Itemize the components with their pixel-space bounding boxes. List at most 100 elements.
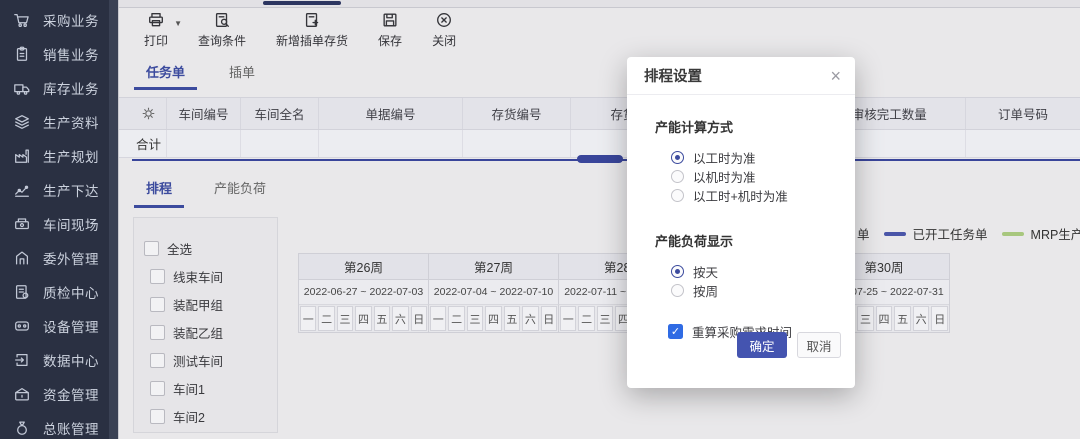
quality-icon <box>13 283 31 301</box>
day-cell: 四 <box>355 306 371 331</box>
horizontal-scrollbar-thumb[interactable] <box>577 155 623 163</box>
toolbar-button-label: 保存 <box>378 32 402 49</box>
cart-icon <box>13 11 31 29</box>
sidebar-item-label: 资金管理 <box>43 384 99 404</box>
grid-summary-row: 合计 <box>119 130 1080 158</box>
sidebar-scrollbar[interactable] <box>109 0 118 439</box>
toolbar-button-label: 打印 <box>144 32 168 49</box>
week-label-0: 第26周 <box>299 254 429 280</box>
day-cell: 一 <box>300 306 316 331</box>
toolbar-button-2[interactable]: 新增插单存货 <box>276 11 348 49</box>
summary-cell-0: 合计 <box>131 130 167 157</box>
sidebar-item-10[interactable]: 数据中心 <box>0 343 118 377</box>
sidebar-item-6[interactable]: 车间现场 <box>0 207 118 241</box>
radio-selected-icon[interactable] <box>671 151 684 164</box>
radio-unselected-icon[interactable] <box>671 284 684 297</box>
confirm-button[interactable]: 确定 <box>737 332 787 358</box>
sidebar-item-12[interactable]: 总账管理 <box>0 411 118 439</box>
checkbox-unchecked-icon[interactable] <box>150 297 165 312</box>
top-scrollbar-thumb[interactable] <box>263 1 341 5</box>
day-cell: 二 <box>578 306 594 331</box>
legend-dash-icon <box>884 232 906 236</box>
sidebar-item-2[interactable]: 库存业务 <box>0 71 118 105</box>
sidebar-item-1[interactable]: 销售业务 <box>0 37 118 71</box>
dropdown-caret-icon[interactable]: ▼ <box>174 19 182 28</box>
sidebar-item-0[interactable]: 采购业务 <box>0 3 118 37</box>
legend-label: MRP生产建议 <box>1031 224 1080 243</box>
sidebar-item-5[interactable]: 生产下达 <box>0 173 118 207</box>
subtab-1[interactable]: 产能负荷 <box>202 174 278 208</box>
top-scrollbar-track[interactable] <box>119 0 1080 8</box>
legend-item-2: MRP生产建议 <box>1002 224 1080 243</box>
day-cell: 一 <box>560 306 576 331</box>
outsource-icon <box>13 249 31 267</box>
toolbar: 打印 ▼ 查询条件 新增插单存货 保存 关闭 <box>144 11 456 57</box>
radio-option-label: 以工时+机时为准 <box>693 186 788 205</box>
day-cell: 一 <box>430 306 446 331</box>
toolbar-button-4[interactable]: 关闭 <box>432 11 456 49</box>
week-days-1: 一二三四五六日 <box>429 305 559 332</box>
sidebar-item-9[interactable]: 设备管理 <box>0 309 118 343</box>
legend-item-1: 已开工任务单 <box>884 224 988 243</box>
sidebar-item-3[interactable]: 生产资料 <box>0 105 118 139</box>
checkbox-unchecked-icon[interactable] <box>144 241 159 256</box>
modal-close-icon[interactable]: × <box>830 67 841 85</box>
radio-option-0-2[interactable]: 以工时+机时为准 <box>655 186 841 205</box>
workshop-option-2[interactable]: 装配甲组 <box>144 290 267 318</box>
checkbox-unchecked-icon[interactable] <box>150 269 165 284</box>
toolbar-button-0[interactable]: 打印 ▼ <box>144 11 168 49</box>
radio-option-0-1[interactable]: 以机时为准 <box>655 167 841 186</box>
radio-unselected-icon[interactable] <box>671 170 684 183</box>
workshop-option-0[interactable]: 全选 <box>144 234 267 262</box>
tab-0[interactable]: 任务单 <box>134 58 197 90</box>
checkbox-unchecked-icon[interactable] <box>150 381 165 396</box>
cancel-button[interactable]: 取消 <box>797 332 841 358</box>
radio-option-0-0[interactable]: 以工时为准 <box>655 148 841 167</box>
week-range-1: 2022-07-04 ~ 2022-07-10 <box>429 280 559 305</box>
sidebar-item-11[interactable]: 资金管理 <box>0 377 118 411</box>
workshop-option-5[interactable]: 车间1 <box>144 374 267 402</box>
checkbox-unchecked-icon[interactable] <box>150 409 165 424</box>
toolbar-button-label: 查询条件 <box>198 32 246 49</box>
dispatch-icon <box>13 181 31 199</box>
device-icon <box>13 317 31 335</box>
sidebar-item-8[interactable]: 质检中心 <box>0 275 118 309</box>
day-cell: 五 <box>374 306 390 331</box>
tab-1[interactable]: 插单 <box>217 58 267 90</box>
workshop-option-6[interactable]: 车间2 <box>144 402 267 430</box>
workshop-option-4[interactable]: 测试车间 <box>144 346 267 374</box>
subtab-0[interactable]: 排程 <box>134 174 184 208</box>
funds-icon <box>13 385 31 403</box>
column-header-2: 单据编号 <box>319 98 463 129</box>
sidebar-item-label: 总账管理 <box>43 418 99 438</box>
sidebar-item-label: 生产规划 <box>43 146 99 166</box>
day-cell: 四 <box>876 306 893 331</box>
day-cell: 五 <box>504 306 520 331</box>
workshop-option-3[interactable]: 装配乙组 <box>144 318 267 346</box>
sidebar-item-7[interactable]: 委外管理 <box>0 241 118 275</box>
radio-option-1-0[interactable]: 按天 <box>655 262 841 281</box>
modal-section-title-1: 产能负荷显示 <box>655 231 841 250</box>
day-cell: 六 <box>913 306 930 331</box>
radio-selected-icon[interactable] <box>671 265 684 278</box>
toolbar-button-3[interactable]: 保存 <box>378 11 402 49</box>
workshop-option-label: 装配乙组 <box>173 323 223 342</box>
checkbox-unchecked-icon[interactable] <box>150 325 165 340</box>
workshop-option-label: 车间1 <box>173 379 205 398</box>
radio-unselected-icon[interactable] <box>671 189 684 202</box>
workshop-option-label: 装配甲组 <box>173 295 223 314</box>
legend-item-0: 单 <box>857 224 870 243</box>
summary-cell-1 <box>167 130 241 157</box>
radio-option-1-1[interactable]: 按周 <box>655 281 841 300</box>
sidebar-item-4[interactable]: 生产规划 <box>0 139 118 173</box>
sidebar-item-label: 生产下达 <box>43 180 99 200</box>
summary-label: 合计 <box>131 134 161 153</box>
sidebar-item-label: 销售业务 <box>43 44 99 64</box>
legend-dash-icon <box>1002 232 1024 236</box>
checkbox-unchecked-icon[interactable] <box>150 353 165 368</box>
workshop-option-1[interactable]: 线束车间 <box>144 262 267 290</box>
section-spacer <box>655 205 841 223</box>
toolbar-button-1[interactable]: 查询条件 <box>198 11 246 49</box>
column-settings-gear-icon[interactable] <box>140 105 157 122</box>
workshop-icon <box>13 215 31 233</box>
